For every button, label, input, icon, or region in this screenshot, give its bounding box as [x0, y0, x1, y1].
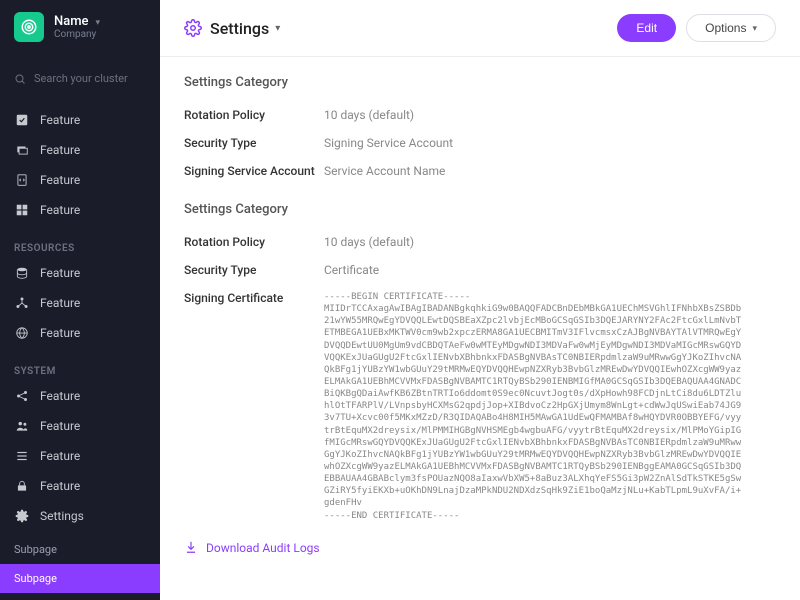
sidebar: Name ▾ Company Search your cluster Featu… [0, 0, 160, 600]
page-title-dropdown[interactable]: Settings ▾ [184, 19, 280, 38]
chevron-down-icon: ▾ [275, 23, 280, 34]
settings-row: Rotation Policy 10 days (default) [184, 235, 776, 249]
sidebar-item[interactable]: Feature [0, 135, 160, 165]
layers-icon [14, 142, 30, 158]
sidebar-item[interactable]: Feature [0, 441, 160, 471]
users-icon [14, 418, 30, 434]
sidebar-item-label: Feature [40, 173, 80, 187]
lock-icon [14, 478, 30, 494]
row-label: Rotation Policy [184, 108, 324, 122]
sidebar-item[interactable]: Feature [0, 165, 160, 195]
sidebar-item-label: Feature [40, 113, 80, 127]
chevron-down-icon: ▾ [752, 23, 757, 34]
gear-icon [14, 508, 30, 524]
search-icon [14, 73, 26, 85]
nav-system: SYSTEM Feature Feature Feature Feature S… [0, 358, 160, 531]
settings-row: Signing Certificate -----BEGIN CERTIFICA… [184, 291, 776, 522]
sidebar-item[interactable]: Feature [0, 318, 160, 348]
check-icon [14, 112, 30, 128]
chevron-down-icon: ▾ [96, 18, 101, 28]
settings-row: Security Type Certificate [184, 263, 776, 277]
list-icon [14, 448, 30, 464]
sidebar-item-label: Settings [40, 509, 84, 523]
row-value: 10 days (default) [324, 108, 776, 122]
sidebar-item-label: Feature [40, 449, 80, 463]
search-placeholder: Search your cluster [34, 72, 128, 85]
row-label: Signing Certificate [184, 291, 324, 305]
sidebar-item-settings[interactable]: Settings [0, 501, 160, 531]
settings-row: Rotation Policy 10 days (default) [184, 108, 776, 122]
sidebar-item-label: Feature [40, 143, 80, 157]
share-icon [14, 388, 30, 404]
topbar: Settings ▾ Edit Options ▾ [160, 0, 800, 57]
sidebar-item[interactable]: Feature [0, 381, 160, 411]
sidebar-item-label: Feature [40, 266, 80, 280]
sidebar-item-label: Feature [40, 326, 80, 340]
certificate-value: -----BEGIN CERTIFICATE----- MIIDrTCCAxag… [324, 291, 744, 522]
brand-company: Company [54, 29, 100, 40]
database-icon [14, 265, 30, 281]
options-label: Options [705, 21, 746, 35]
nav-heading-system: SYSTEM [0, 358, 160, 381]
download-label: Download Audit Logs [206, 541, 320, 555]
sidebar-item[interactable]: Feature [0, 411, 160, 441]
brand-name: Name [54, 14, 89, 29]
gear-icon [184, 19, 202, 37]
brand-switcher[interactable]: Name ▾ Company [0, 0, 160, 56]
settings-category-title: Settings Category [184, 75, 776, 90]
subpages: Subpage Subpage Subpage [0, 535, 160, 600]
sidebar-item-label: Feature [40, 296, 80, 310]
sidebar-item-label: Feature [40, 419, 80, 433]
sidebar-item[interactable]: Feature [0, 258, 160, 288]
edit-button[interactable]: Edit [617, 14, 676, 42]
settings-category-title: Settings Category [184, 202, 776, 217]
row-label: Signing Service Account [184, 164, 324, 178]
row-value: Certificate [324, 263, 776, 277]
row-value: Service Account Name [324, 164, 776, 178]
network-icon [14, 295, 30, 311]
nav-heading-resources: RESOURCES [0, 235, 160, 258]
subpage-item[interactable]: Subpage [0, 564, 160, 593]
row-label: Rotation Policy [184, 235, 324, 249]
sidebar-item-label: Feature [40, 203, 80, 217]
sidebar-item-label: Feature [40, 389, 80, 403]
code-file-icon [14, 172, 30, 188]
download-audit-logs-link[interactable]: Download Audit Logs [184, 540, 776, 557]
search-input[interactable]: Search your cluster [0, 62, 160, 95]
options-button[interactable]: Options ▾ [686, 14, 776, 42]
settings-row: Security Type Signing Service Account [184, 136, 776, 150]
row-label: Security Type [184, 136, 324, 150]
nav-resources: RESOURCES Feature Feature Feature [0, 235, 160, 348]
content: Settings Category Rotation Policy 10 day… [160, 57, 800, 600]
subpage-item[interactable]: Subpage [0, 593, 160, 600]
nav-top: Feature Feature Feature Feature [0, 105, 160, 225]
main: Settings ▾ Edit Options ▾ Settings Categ… [160, 0, 800, 600]
row-value: Signing Service Account [324, 136, 776, 150]
row-label: Security Type [184, 263, 324, 277]
sidebar-item[interactable]: Feature [0, 471, 160, 501]
sidebar-item-label: Feature [40, 479, 80, 493]
sidebar-item[interactable]: Feature [0, 288, 160, 318]
subpage-item[interactable]: Subpage [0, 535, 160, 564]
download-icon [184, 540, 198, 557]
page-title: Settings [210, 19, 269, 38]
row-value: 10 days (default) [324, 235, 776, 249]
globe-icon [14, 325, 30, 341]
grid-icon [14, 202, 30, 218]
brand-logo [14, 12, 44, 42]
settings-row: Signing Service Account Service Account … [184, 164, 776, 178]
sidebar-item[interactable]: Feature [0, 105, 160, 135]
sidebar-item[interactable]: Feature [0, 195, 160, 225]
